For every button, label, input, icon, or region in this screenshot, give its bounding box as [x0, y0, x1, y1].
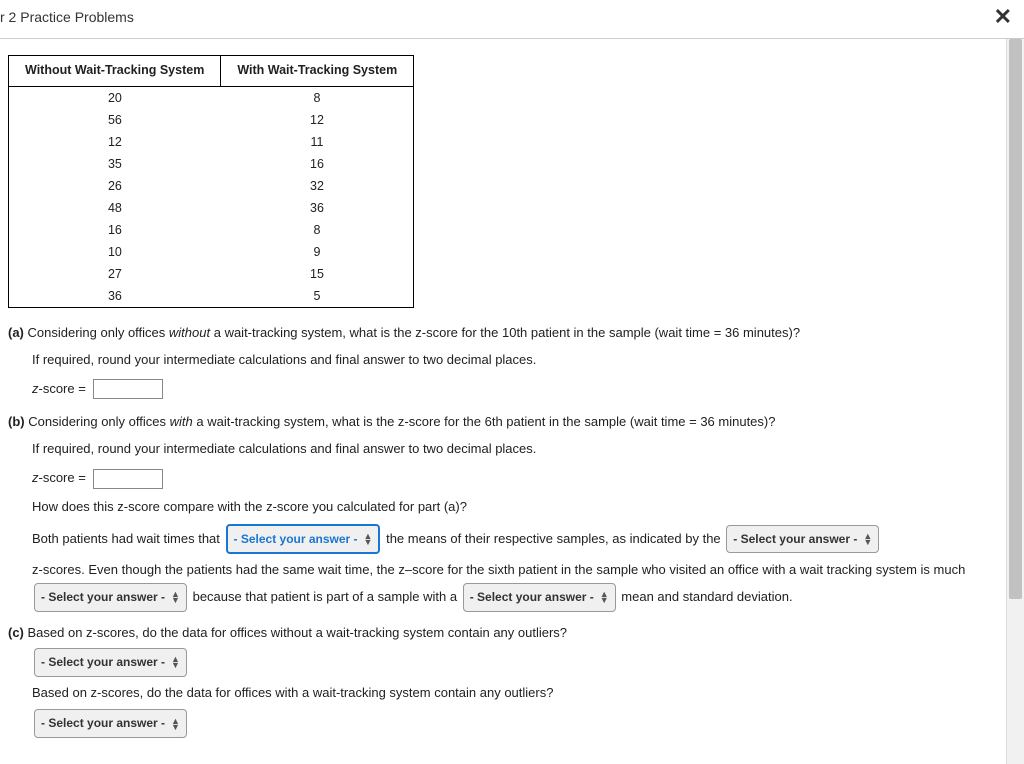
select-answer-2[interactable]: - Select your answer -▲▼	[726, 525, 879, 554]
table-row: 2632	[9, 175, 414, 197]
select-answer-4[interactable]: - Select your answer -▲▼	[463, 583, 616, 612]
table-row: 208	[9, 86, 414, 109]
select-answer-c2[interactable]: - Select your answer -▲▼	[34, 709, 187, 738]
data-table: Without Wait-Tracking System With Wait-T…	[8, 55, 414, 308]
stepper-icon: ▲▼	[171, 718, 180, 731]
fill-paragraph: z-scores. Even though the patients had t…	[32, 558, 998, 611]
stepper-icon: ▲▼	[364, 533, 373, 546]
zscore-input-b[interactable]	[93, 469, 163, 489]
table-header: Without Wait-Tracking System	[9, 56, 221, 87]
stepper-icon: ▲▼	[863, 533, 872, 546]
main-content: Without Wait-Tracking System With Wait-T…	[0, 39, 1006, 764]
part-label: (b)	[8, 414, 25, 429]
table-header: With Wait-Tracking System	[221, 56, 414, 87]
part-label: (c)	[8, 625, 24, 640]
scroll-thumb[interactable]	[1009, 39, 1022, 599]
part-label: (a)	[8, 325, 24, 340]
select-answer-c1[interactable]: - Select your answer -▲▼	[34, 648, 187, 677]
table-row: 365	[9, 285, 414, 308]
zscore-label: z-score =	[32, 466, 86, 491]
question-c: (c) Based on z-scores, do the data for o…	[8, 622, 998, 738]
hint-text: If required, round your intermediate cal…	[32, 348, 998, 373]
page-title: r 2 Practice Problems	[0, 9, 134, 25]
table-row: 109	[9, 241, 414, 263]
header: r 2 Practice Problems ✕	[0, 0, 1024, 39]
zscore-input-a[interactable]	[93, 379, 163, 399]
table-row: 2715	[9, 263, 414, 285]
question-a: (a) Considering only offices without a w…	[8, 322, 998, 402]
stepper-icon: ▲▼	[171, 591, 180, 604]
table-row: 4836	[9, 197, 414, 219]
stepper-icon: ▲▼	[171, 656, 180, 669]
select-answer-1[interactable]: - Select your answer -▲▼	[226, 524, 381, 555]
select-answer-3[interactable]: - Select your answer -▲▼	[34, 583, 187, 612]
table-row: 3516	[9, 153, 414, 175]
stepper-icon: ▲▼	[600, 591, 609, 604]
question-b: (b) Considering only offices with a wait…	[8, 411, 998, 612]
fill-paragraph: Both patients had wait times that - Sele…	[32, 524, 998, 555]
table-row: 1211	[9, 131, 414, 153]
question-c2: Based on z-scores, do the data for offic…	[32, 681, 998, 706]
table-row: 168	[9, 219, 414, 241]
close-icon[interactable]: ✕	[990, 4, 1016, 30]
scrollbar[interactable]	[1006, 39, 1024, 764]
table-row: 5612	[9, 109, 414, 131]
zscore-label: z-score =	[32, 377, 86, 402]
compare-question: How does this z-score compare with the z…	[32, 495, 998, 520]
hint-text: If required, round your intermediate cal…	[32, 437, 998, 462]
